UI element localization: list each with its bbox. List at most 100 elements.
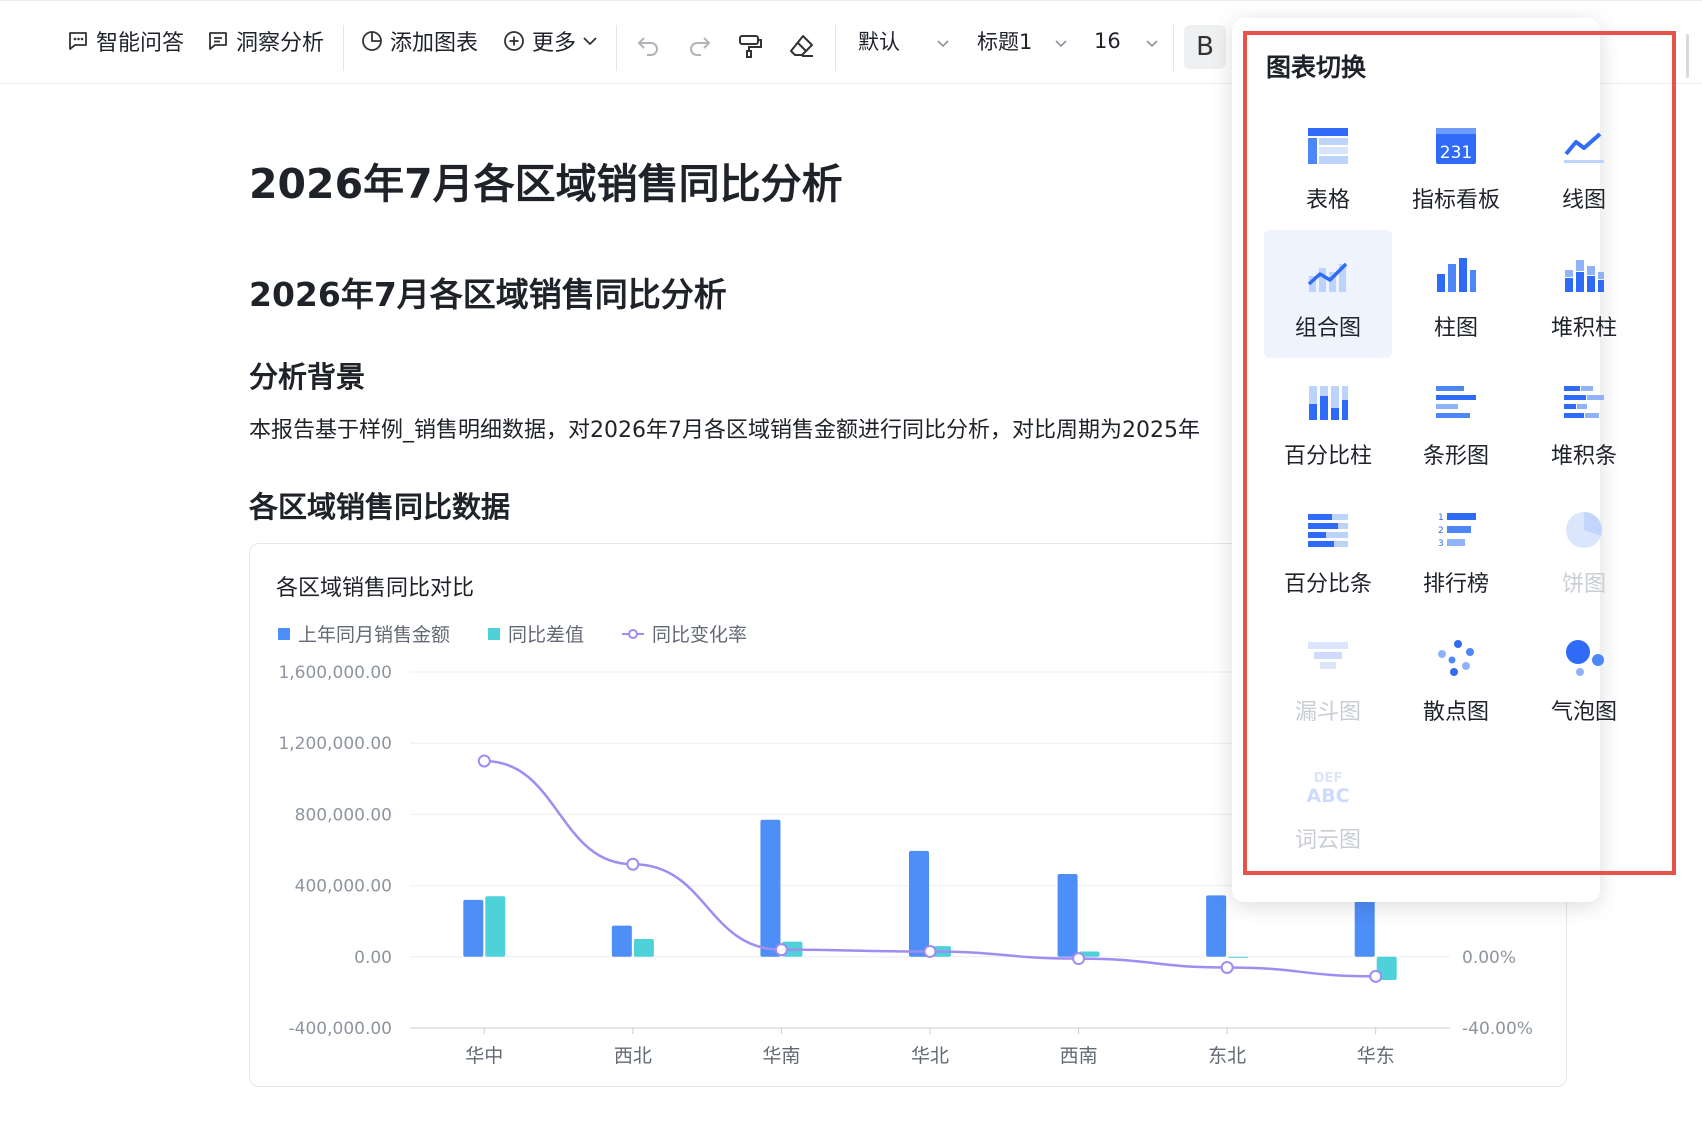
bubble-chart-icon [1566, 640, 1604, 676]
chart-option-label: 柱图 [1433, 316, 1478, 341]
chart-option-kpi-board[interactable]: 231 指标看板 [1392, 102, 1520, 230]
y-tick-label: 1,600,000.00 [278, 663, 392, 683]
paint-roller-icon [739, 35, 762, 58]
heading-style-value: 标题1 [977, 30, 1033, 54]
chart-option-line[interactable]: 线图 [1520, 102, 1648, 230]
redo-button[interactable] [682, 29, 716, 63]
document-heading: 2026年7月各区域销售同比分析 [249, 275, 727, 314]
y-tick-label: -400,000.00 [289, 1019, 392, 1039]
chart-option-percent-column[interactable]: 百分比柱 [1264, 358, 1392, 486]
chart-option-funnel: 漏斗图 [1264, 614, 1392, 742]
toolbar-divider [1173, 25, 1174, 71]
chart-option-percent-bar[interactable]: 百分比条 [1264, 486, 1392, 614]
chart-option-label: 堆积条 [1550, 444, 1617, 469]
svg-text:231: 231 [1440, 143, 1472, 163]
heading-style-select[interactable]: 标题1 [977, 21, 1032, 61]
bold-button[interactable]: B [1184, 25, 1226, 69]
chart-option-label: 指标看板 [1411, 188, 1500, 213]
y2-tick-label: -40.00% [1462, 1019, 1533, 1039]
font-family-select[interactable]: 默认 [858, 21, 900, 61]
more-label: 更多 [532, 31, 577, 56]
bar [633, 939, 654, 957]
kpi-board-icon: 231 [1436, 128, 1476, 164]
chart-option-stacked-bar[interactable]: 堆积条 [1520, 358, 1648, 486]
section-heading-data: 各区域销售同比数据 [249, 490, 511, 524]
x-tick-label: 华东 [1357, 1045, 1395, 1067]
toolbar-divider [343, 25, 344, 71]
chart-option-label: 气泡图 [1550, 700, 1617, 725]
chevron-down-icon [937, 40, 949, 48]
chat-bubble-icon [69, 32, 87, 50]
svg-text:ABC: ABC [1306, 785, 1349, 806]
bar [611, 925, 632, 957]
svg-text:1: 1 [1438, 513, 1444, 523]
format-painter-button[interactable] [733, 29, 767, 63]
insight-analysis-button[interactable]: 洞察分析 [206, 21, 324, 61]
stacked-bar-icon [1565, 260, 1604, 292]
plus-circle-icon [504, 31, 524, 51]
bold-label: B [1196, 32, 1214, 62]
document-title: 2026年7月各区域销售同比分析 [249, 160, 843, 208]
chart-option-label: 漏斗图 [1294, 700, 1361, 725]
background-paragraph: 本报告基于样例_销售明细数据，对2026年7月各区域销售金额进行同比分析，对比周… [249, 418, 1200, 443]
chart-option-stacked-column[interactable]: 堆积柱 [1520, 230, 1648, 358]
scrollbar-thumb[interactable] [1686, 34, 1689, 78]
chart-option-label: 百分比柱 [1283, 444, 1372, 469]
chart-option-combo[interactable]: 组合图 [1264, 230, 1392, 358]
smart-qa-label: 智能问答 [96, 31, 185, 56]
scatter-chart-icon [1438, 640, 1474, 676]
chart-option-table[interactable]: 表格 [1264, 102, 1392, 230]
chart-option-label: 百分比条 [1283, 572, 1372, 597]
chart-option-bubble[interactable]: 气泡图 [1520, 614, 1648, 742]
line-point [1220, 960, 1234, 974]
font-family-value: 默认 [858, 30, 900, 54]
chevron-down-icon [583, 37, 597, 46]
chart-option-scatter[interactable]: 散点图 [1392, 614, 1520, 742]
combo-chart-icon [1307, 262, 1348, 292]
bar [485, 896, 506, 957]
pie-outline-icon [362, 31, 382, 51]
percent-bar-icon [1308, 514, 1348, 547]
add-chart-button[interactable]: 添加图表 [360, 21, 478, 61]
y2-tick-label: 0.00% [1462, 948, 1516, 968]
chart-option-word-cloud: DEF ABC 词云图 [1264, 742, 1392, 870]
line-point [923, 944, 937, 958]
chart-option-pie: 饼图 [1520, 486, 1648, 614]
redo-icon [690, 37, 711, 56]
line-point [626, 857, 640, 871]
line-point [1072, 952, 1086, 966]
clear-format-button[interactable] [785, 29, 819, 63]
table-icon [1308, 128, 1348, 164]
pie-chart-icon [1566, 511, 1603, 548]
y-tick-label: 1,200,000.00 [278, 734, 392, 754]
funnel-chart-icon [1308, 642, 1348, 669]
line-point [1369, 969, 1383, 983]
chart-option-label: 表格 [1305, 188, 1350, 213]
smart-qa-button[interactable]: 智能问答 [66, 21, 184, 61]
undo-button[interactable] [632, 29, 666, 63]
line-point [774, 943, 788, 957]
chart-option-label: 散点图 [1422, 700, 1489, 725]
x-tick-label: 西北 [614, 1045, 652, 1067]
line-point [477, 754, 491, 768]
bar [1206, 895, 1227, 957]
panel-title: 图表切换 [1266, 53, 1367, 82]
section-heading-background: 分析背景 [249, 360, 366, 394]
ranking-icon: 1 2 3 [1438, 513, 1476, 549]
horizontal-bar-icon [1436, 386, 1476, 418]
chevron-down-icon [1055, 40, 1067, 48]
chart-option-horizontal-bar[interactable]: 条形图 [1392, 358, 1520, 486]
chart-option-label: 词云图 [1294, 828, 1361, 853]
svg-text:3: 3 [1438, 539, 1444, 549]
eraser-icon [790, 35, 813, 57]
stacked-horizontal-bar-icon [1564, 386, 1604, 418]
toolbar-divider [616, 25, 617, 71]
word-cloud-icon: DEFABC [1306, 771, 1349, 806]
bar [760, 819, 781, 957]
more-menu-button[interactable]: 更多 [502, 21, 606, 61]
chart-option-bar[interactable]: 柱图 [1392, 230, 1520, 358]
font-size-select[interactable]: 16 [1094, 21, 1121, 61]
chart-option-ranking[interactable]: 1 2 3 排行榜 [1392, 486, 1520, 614]
chart-option-label: 线图 [1561, 188, 1606, 213]
line-chart-icon [1564, 132, 1604, 163]
